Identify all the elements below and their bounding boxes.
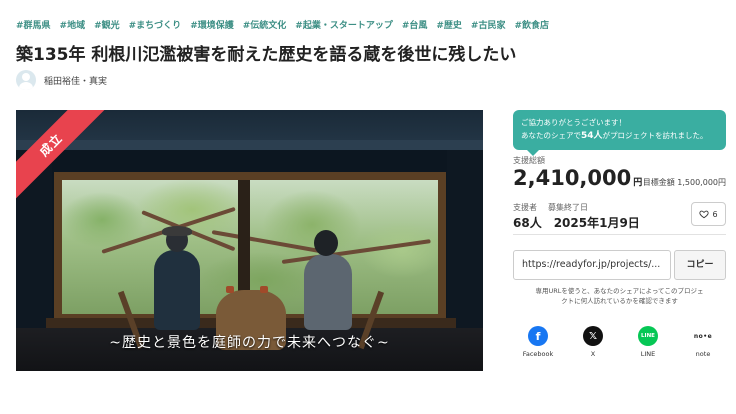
note-line-1: 専用URLを使うと、あなたのシェアによってこのプロジェ	[535, 287, 704, 295]
person-hat	[162, 226, 192, 236]
facebook-icon: f	[528, 326, 548, 346]
project-title: 築135年 利根川氾濫被害を耐えた歴史を語る蔵を後世に残したい	[16, 45, 517, 65]
share-label: LINE	[640, 350, 656, 358]
share-buttons: f Facebook 𝕏 X LINE LINE no•e note	[513, 326, 726, 358]
thanks-message: ご協力ありがとうございます！ あなたのシェアで54人がプロジェクトを訪れました。	[513, 110, 726, 157]
share-url-note: 専用URLを使うと、あなたのシェアによってこのプロジェ クトに何人訪れているかを…	[513, 286, 726, 307]
tag-link[interactable]: #起業・スタートアップ	[295, 18, 393, 31]
tag-link[interactable]: #台風	[402, 18, 428, 31]
thanks-line-1: ご協力ありがとうございます！	[521, 118, 626, 127]
tag-link[interactable]: #飲食店	[514, 18, 549, 31]
deadline-label: 募集終了日	[548, 203, 588, 212]
total-amount: 2,410,000	[513, 166, 632, 190]
pine-branch	[281, 239, 431, 264]
goal-value: 1,500,000円	[677, 178, 726, 187]
author-info[interactable]: 稲田裕佳・真実	[16, 70, 107, 90]
person-silhouette	[154, 250, 200, 330]
stat-labels: 支援者 募集終了日	[513, 202, 588, 213]
stat-values: 68人 2025年1月9日	[513, 214, 640, 231]
supporters-label: 支援者	[513, 203, 537, 212]
like-button[interactable]: 6	[691, 202, 726, 226]
hero-image: 成立 ~歴史と景色を庭師の力で未来へつなぐ~	[16, 110, 483, 371]
supporters-count: 68人	[513, 216, 542, 230]
like-count: 6	[712, 209, 718, 219]
divider	[513, 234, 726, 235]
support-panel: ご協力ありがとうございます！ あなたのシェアで54人がプロジェクトを訪れました。…	[513, 110, 726, 358]
share-line-button[interactable]: LINE LINE	[627, 326, 669, 358]
author-name[interactable]: 稲田裕佳・真実	[44, 74, 107, 87]
tag-link[interactable]: #まちづくり	[129, 18, 182, 31]
copy-button[interactable]: コピー	[674, 250, 726, 280]
deadline-date: 2025年1月9日	[553, 216, 640, 230]
goal-amount: 目標金額 1,500,000円	[643, 177, 726, 188]
tag-link[interactable]: #環境保護	[190, 18, 234, 31]
tag-link[interactable]: #地域	[60, 18, 86, 31]
tag-link[interactable]: #群馬県	[16, 18, 51, 31]
hero-caption: ~歴史と景色を庭師の力で未来へつなぐ~	[109, 335, 390, 351]
tag-link[interactable]: #歴史	[436, 18, 462, 31]
person-silhouette	[304, 254, 352, 330]
goal-label: 目標金額	[642, 178, 675, 187]
thanks-line-2: あなたのシェアで54人がプロジェクトを訪れました。	[521, 129, 718, 143]
tag-link[interactable]: #伝統文化	[243, 18, 287, 31]
line-icon: LINE	[638, 326, 658, 346]
share-facebook-button[interactable]: f Facebook	[517, 326, 559, 358]
x-icon: 𝕏	[583, 326, 603, 346]
total-label: 支援総額	[513, 156, 545, 165]
person-head	[314, 230, 338, 256]
status-badge-label: 成立	[16, 110, 106, 200]
thanks-prefix: あなたのシェアで	[521, 131, 581, 140]
pine-branch	[211, 230, 331, 255]
tag-list: #群馬県 #地域 #観光 #まちづくり #環境保護 #伝統文化 #起業・スタート…	[16, 18, 549, 31]
thanks-suffix: がプロジェクトを訪れました。	[602, 131, 708, 140]
note-icon: no•e	[693, 326, 713, 346]
share-label: X	[590, 350, 596, 358]
share-label: Facebook	[522, 350, 554, 358]
status-badge: 成立	[16, 110, 106, 200]
visitor-count: 54人	[581, 131, 603, 141]
total-row: 2,410,000 円 目標金額 1,500,000円	[513, 166, 726, 190]
share-label: note	[695, 350, 711, 358]
teacup	[260, 286, 268, 293]
note-line-2: クトに何人訪れているかを確認できます	[561, 297, 678, 306]
teacup	[226, 286, 234, 293]
share-x-button[interactable]: 𝕏 X	[572, 326, 614, 358]
currency-label: 円	[633, 178, 643, 188]
share-note-button[interactable]: no•e note	[682, 326, 724, 358]
tag-link[interactable]: #観光	[94, 18, 120, 31]
heart-icon	[699, 210, 710, 219]
share-url-field[interactable]: https://readyfor.jp/projects/...	[513, 250, 671, 280]
avatar[interactable]	[16, 70, 36, 90]
tag-link[interactable]: #古民家	[471, 18, 506, 31]
